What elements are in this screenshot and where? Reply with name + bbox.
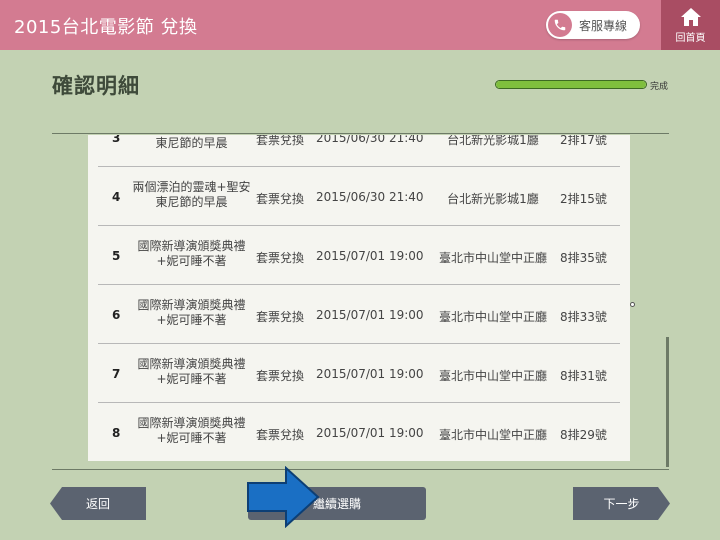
- row-type: 套票兌換: [256, 192, 305, 206]
- arrow-right-icon: [247, 466, 320, 528]
- back-button[interactable]: 返回: [50, 487, 146, 520]
- row-title: 國際新導演頒獎典禮+妮可睡不著: [137, 357, 246, 386]
- row-time: 2015/07/01 19:00: [316, 367, 424, 381]
- divider-top: [52, 133, 669, 134]
- row-title: 兩個漂泊的靈魂+聖安東尼節的早晨: [155, 136, 228, 150]
- row-time: 2015/06/30 21:40: [316, 190, 424, 204]
- app-title: 2015台北電影節 兌換: [14, 17, 198, 38]
- row-type: 套票兌換: [256, 369, 305, 383]
- row-seat: 8排33號: [560, 310, 607, 324]
- table-row: 3 兩個漂泊的靈魂+聖安東尼節的早晨 套票兌換 2015/06/30 21:40 台北新…: [98, 135, 620, 167]
- order-detail-list[interactable]: 3兩個漂泊的靈魂+聖安東尼節的早晨套票兌換2015/06/30 21:40台北新…: [88, 135, 630, 461]
- next-step-button[interactable]: 下一步: [573, 487, 670, 520]
- table-row: 6 國際新導演頒獎典禮+妮可睡不著 套票兌換 2015/07/01 19:00 臺北市中…: [98, 285, 620, 344]
- row-title: 國際新導演頒獎典禮+妮可睡不著: [137, 298, 246, 327]
- row-time: 2015/07/01 19:00: [316, 308, 424, 322]
- row-type: 套票兌換: [256, 428, 305, 442]
- divider-bottom: [52, 469, 669, 470]
- table-row: 4 兩個漂泊的靈魂+聖安東尼節的早晨 套票兌換 2015/06/30 21:40 台北新…: [98, 167, 620, 226]
- row-title: 國際新導演頒獎典禮+妮可睡不著: [137, 239, 246, 268]
- table-row: 7 國際新導演頒獎典禮+妮可睡不著 套票兌換 2015/07/01 19:00 臺北市中…: [98, 344, 620, 403]
- progress-bar: [495, 80, 647, 89]
- row-seat: 8排35號: [560, 251, 607, 265]
- row-number: 7: [112, 367, 121, 381]
- row-time: 2015/07/01 19:00: [316, 426, 424, 440]
- row-number: 6: [112, 308, 121, 322]
- customer-service-label: 客服專線: [579, 18, 628, 33]
- row-title: 國際新導演頒獎典禮+妮可睡不著: [137, 416, 246, 445]
- row-venue: 台北新光影城1廳: [447, 135, 539, 147]
- row-seat: 2排15號: [560, 192, 607, 206]
- row-seat: 8排31號: [560, 369, 607, 383]
- row-venue: 臺北市中山堂中正廳: [438, 428, 547, 442]
- progress-fill: [496, 81, 646, 88]
- home-icon: [680, 7, 701, 26]
- row-type: 套票兌換: [256, 251, 305, 265]
- list-scrollbar[interactable]: [666, 337, 669, 467]
- row-type: 套票兌換: [256, 310, 305, 324]
- row-venue: 臺北市中山堂中正廳: [438, 310, 547, 324]
- row-seat: 2排17號: [560, 135, 607, 147]
- row-title: 兩個漂泊的靈魂+聖安東尼節的早晨: [132, 180, 251, 209]
- header-bar: 2015台北電影節 兌換 客服專線 回首頁: [0, 0, 720, 50]
- customer-service-button[interactable]: 客服專線: [546, 11, 640, 39]
- home-label: 回首頁: [675, 32, 706, 44]
- table-row: 5 國際新導演頒獎典禮+妮可睡不著 套票兌換 2015/07/01 19:00 臺北市中…: [98, 226, 620, 285]
- page-title: 確認明細: [52, 74, 140, 98]
- row-number: 3: [112, 135, 121, 145]
- row-type: 套票兌換: [256, 135, 305, 147]
- row-number: 5: [112, 249, 121, 263]
- row-number: 8: [112, 426, 121, 440]
- row-number: 4: [112, 190, 121, 204]
- row-venue: 臺北市中山堂中正廳: [438, 251, 547, 265]
- home-button[interactable]: 回首頁: [661, 0, 720, 50]
- bullet-icon: [630, 302, 635, 307]
- row-venue: 臺北市中山堂中正廳: [438, 369, 547, 383]
- table-row: 8 國際新導演頒獎典禮+妮可睡不著 套票兌換 2015/07/01 19:00 臺北市中…: [98, 403, 620, 461]
- row-venue: 台北新光影城1廳: [447, 192, 539, 206]
- row-time: 2015/07/01 19:00: [316, 249, 424, 263]
- progress-label: 完成: [650, 82, 669, 92]
- row-time: 2015/06/30 21:40: [316, 135, 424, 145]
- phone-icon: [548, 13, 572, 37]
- order-detail-list-content: 3兩個漂泊的靈魂+聖安東尼節的早晨套票兌換2015/06/30 21:40台北新…: [88, 135, 630, 461]
- row-seat: 8排29號: [560, 428, 607, 442]
